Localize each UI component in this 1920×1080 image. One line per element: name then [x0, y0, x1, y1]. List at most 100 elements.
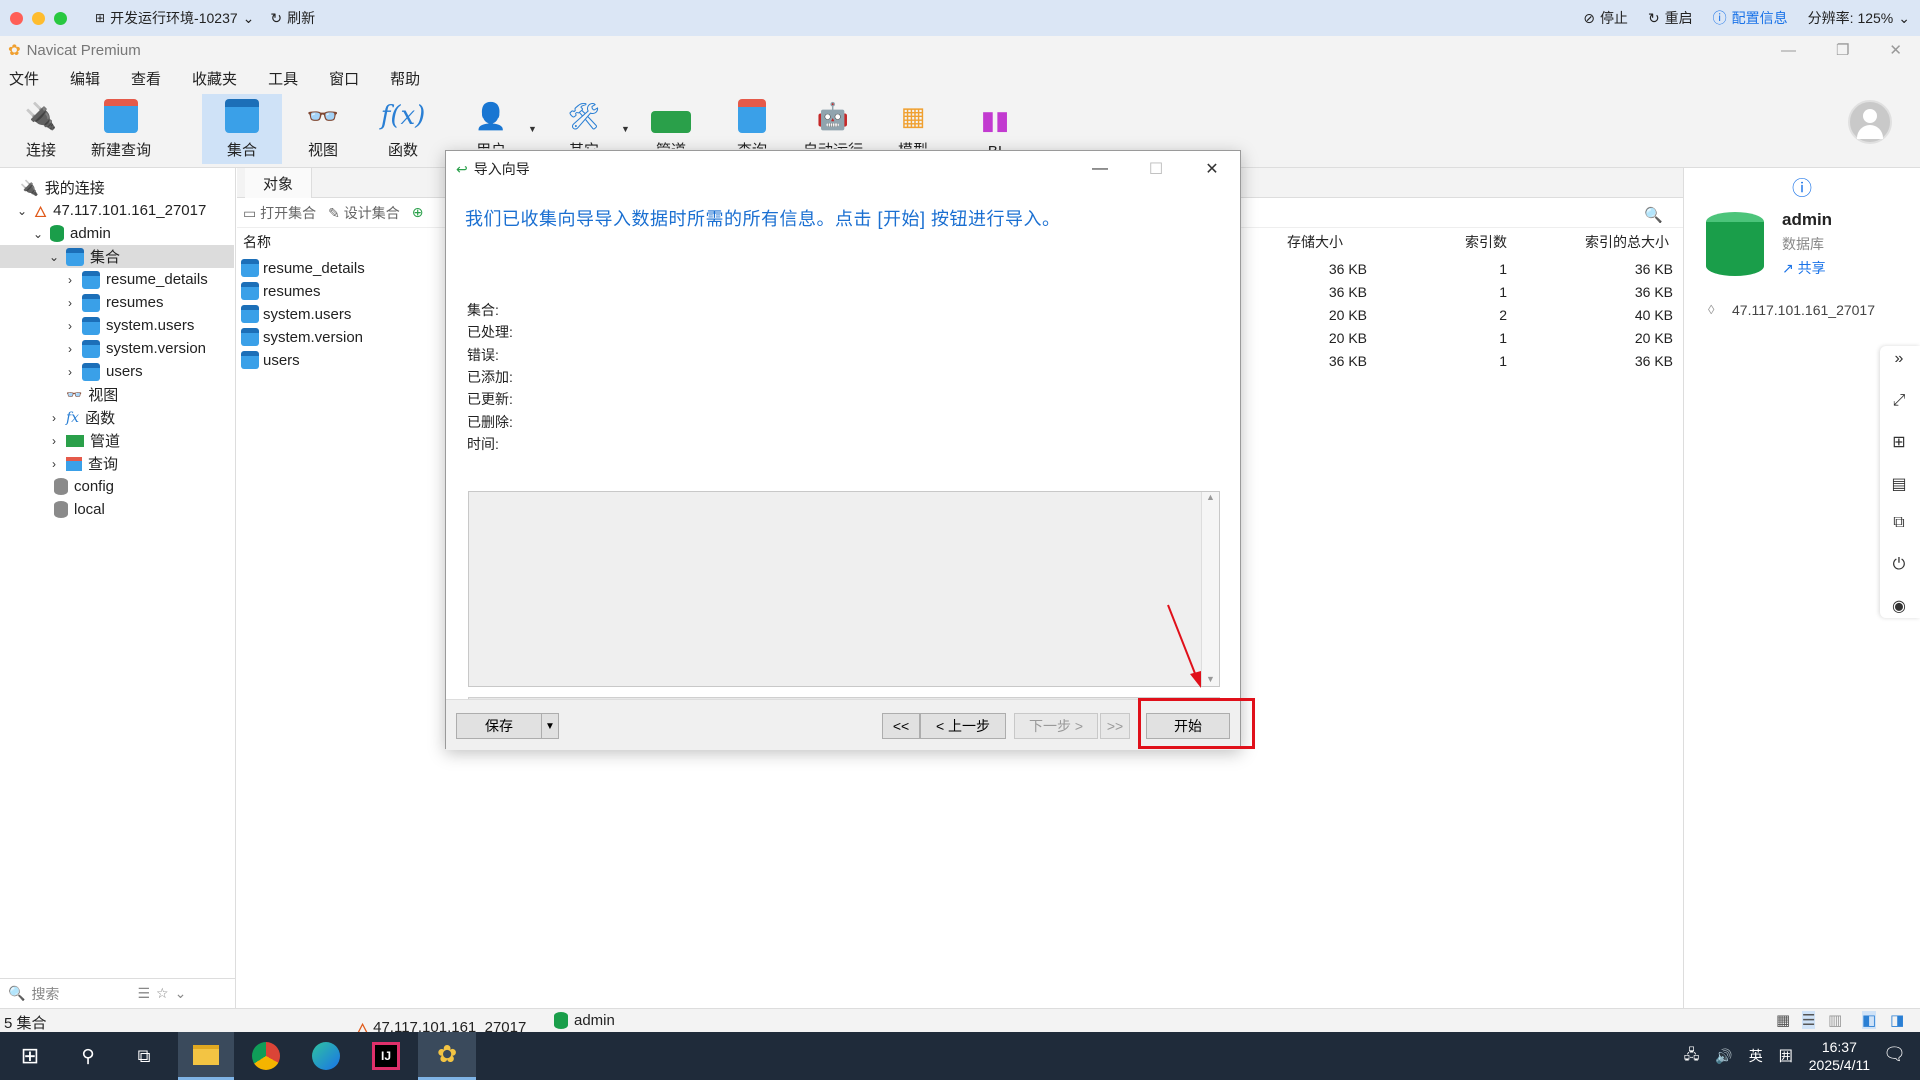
menu-favorites[interactable]: 收藏夹	[192, 68, 237, 89]
tree-search-bar[interactable]: 🔍 搜索 ☰ ☆ ⌄	[0, 978, 236, 1008]
ime-mode[interactable]: 囲	[1779, 1046, 1793, 1066]
network-icon[interactable]: 🖧	[1684, 1044, 1700, 1068]
tree-collection-item[interactable]: › users	[64, 360, 143, 383]
open-collection-button[interactable]: ▭ 打开集合	[243, 203, 316, 223]
menu-edit[interactable]: 编辑	[70, 68, 100, 89]
next-step-button[interactable]: 下一步 >	[1014, 713, 1098, 739]
layout-icon[interactable]: ▤	[1888, 474, 1910, 496]
scroll-up-icon[interactable]: ▲	[1202, 492, 1219, 502]
right-pane-toggle-icon[interactable]: ◨	[1890, 1011, 1904, 1029]
tree-connection[interactable]: ⌄ 🜂 47.117.101.161_27017	[16, 199, 206, 222]
col-index-count[interactable]: 索引数	[1465, 232, 1507, 252]
taskbar-clock[interactable]: 16:37 2025/4/11	[1809, 1038, 1870, 1074]
ime-language[interactable]: 英	[1749, 1046, 1763, 1066]
prev-step-button[interactable]: < 上一步	[920, 713, 1006, 739]
tree-collection-item[interactable]: › resumes	[64, 291, 164, 314]
tree-db-local[interactable]: local	[54, 498, 105, 521]
env-selector[interactable]: ⊞ 开发运行环境-10237 ⌄	[95, 8, 254, 28]
import-log-textarea[interactable]: ▲ ▼	[468, 491, 1220, 687]
tree-db-config[interactable]: config	[54, 475, 114, 498]
tree-views[interactable]: 👓 视图	[66, 383, 118, 406]
menu-tools[interactable]: 工具	[268, 68, 298, 89]
col-storage-size[interactable]: 存储大小	[1287, 232, 1343, 252]
menu-window[interactable]: 窗口	[329, 68, 359, 89]
dialog-minimize-icon[interactable]: —	[1072, 151, 1128, 187]
tree-pipelines[interactable]: › 管道	[48, 429, 120, 452]
dialog-maximize-icon[interactable]: ☐	[1128, 151, 1184, 187]
menu-view[interactable]: 查看	[131, 68, 161, 89]
detail-view-icon[interactable]: ▥	[1828, 1011, 1842, 1029]
last-step-button[interactable]: >>	[1100, 713, 1130, 739]
tree-collections-folder[interactable]: ⌄ 集合	[0, 245, 234, 268]
table-row[interactable]: system.users	[241, 305, 351, 323]
resolution-selector[interactable]: 分辨率: 125% ⌄	[1808, 8, 1910, 28]
minimize-dot[interactable]	[32, 11, 45, 25]
chevron-right-icon[interactable]: ›	[64, 319, 76, 333]
chevron-down-icon[interactable]: ⌄	[48, 250, 60, 264]
menu-help[interactable]: 帮助	[390, 68, 420, 89]
fullscreen-icon[interactable]: ⤢	[1888, 392, 1910, 414]
user-avatar[interactable]	[1848, 100, 1892, 144]
chevron-right-icon[interactable]: ›	[64, 342, 76, 356]
taskbar-intellij[interactable]: IJ	[358, 1032, 414, 1080]
taskbar-file-explorer[interactable]	[178, 1032, 234, 1080]
chevron-right-icon[interactable]: ›	[64, 273, 76, 287]
save-dropdown-caret[interactable]: ▼	[541, 713, 559, 739]
chevron-down-icon[interactable]: ⌄	[32, 227, 44, 241]
table-row[interactable]: resume_details	[241, 259, 365, 277]
restore-icon[interactable]: ❐	[1836, 41, 1849, 59]
grid-view-icon[interactable]: ▦	[1776, 1011, 1790, 1029]
maximize-dot[interactable]	[54, 11, 67, 25]
tab-objects[interactable]: 对象	[245, 168, 313, 198]
taskbar-search[interactable]: ⚲	[60, 1032, 116, 1080]
taskbar-chrome[interactable]	[238, 1032, 294, 1080]
add-collection-button[interactable]: ⊕	[412, 204, 424, 221]
collapse-icon[interactable]: ⌄	[175, 985, 187, 1002]
tree-queries[interactable]: › 查询	[48, 452, 118, 475]
col-total-index-size[interactable]: 索引的总大小	[1585, 232, 1669, 252]
notification-icon[interactable]: 🗨	[1883, 1044, 1906, 1065]
tree-collection-item[interactable]: › system.users	[64, 314, 194, 337]
grid-icon[interactable]: ⊞	[1888, 432, 1910, 454]
list-view-icon[interactable]: ☰	[1802, 1011, 1816, 1029]
scroll-down-icon[interactable]: ▼	[1202, 674, 1219, 684]
chevron-down-icon[interactable]: ⌄	[16, 204, 28, 218]
expand-panel-icon[interactable]: »	[1888, 350, 1910, 372]
volume-icon[interactable]: 🔊	[1715, 1048, 1732, 1065]
col-name[interactable]: 名称	[243, 232, 271, 252]
taskbar-edge[interactable]	[298, 1032, 354, 1080]
eye-icon[interactable]: ◉	[1888, 596, 1910, 618]
power-icon[interactable]: ⏻	[1888, 556, 1910, 578]
save-button[interactable]: 保存	[456, 713, 542, 739]
taskbar-navicat[interactable]: ✿	[418, 1032, 476, 1080]
dialog-close-icon[interactable]: ✕	[1184, 151, 1240, 187]
close-icon[interactable]: ✕	[1889, 41, 1902, 59]
chevron-right-icon[interactable]: ›	[48, 411, 60, 425]
table-row[interactable]: users	[241, 351, 300, 369]
tree-functions[interactable]: › fx 函数	[48, 406, 115, 429]
minimize-icon[interactable]: —	[1781, 42, 1796, 59]
tree-collection-item[interactable]: › resume_details	[64, 268, 208, 291]
view-button[interactable]: 👓 视图	[284, 94, 362, 164]
tree-collection-item[interactable]: › system.version	[64, 337, 206, 360]
restart-button[interactable]: ↻ 重启	[1648, 8, 1693, 28]
chevron-right-icon[interactable]: ›	[64, 296, 76, 310]
close-dot[interactable]	[10, 11, 23, 25]
user-dropdown-caret[interactable]: ▼	[528, 124, 537, 134]
connect-button[interactable]: 🔌 连接	[2, 94, 80, 164]
filter-icon[interactable]: ☰	[137, 985, 150, 1002]
function-button[interactable]: f(x) 函数	[364, 94, 442, 164]
task-view-button[interactable]: ⧉	[116, 1032, 172, 1080]
new-query-button[interactable]: 新建查询	[82, 94, 160, 164]
left-pane-toggle-icon[interactable]: ◧	[1862, 1011, 1877, 1029]
first-step-button[interactable]: <<	[882, 713, 920, 739]
star-icon[interactable]: ☆	[156, 985, 169, 1002]
collection-button[interactable]: 集合	[202, 94, 282, 164]
object-search-icon[interactable]: 🔍	[1644, 206, 1663, 224]
menu-file[interactable]: 文件	[9, 68, 39, 89]
other-dropdown-caret[interactable]: ▼	[621, 124, 630, 134]
stop-button[interactable]: ⊘ 停止	[1583, 8, 1628, 28]
chevron-right-icon[interactable]: ›	[48, 457, 60, 471]
chevron-right-icon[interactable]: ›	[64, 365, 76, 379]
design-collection-button[interactable]: ✎ 设计集合	[328, 203, 400, 223]
